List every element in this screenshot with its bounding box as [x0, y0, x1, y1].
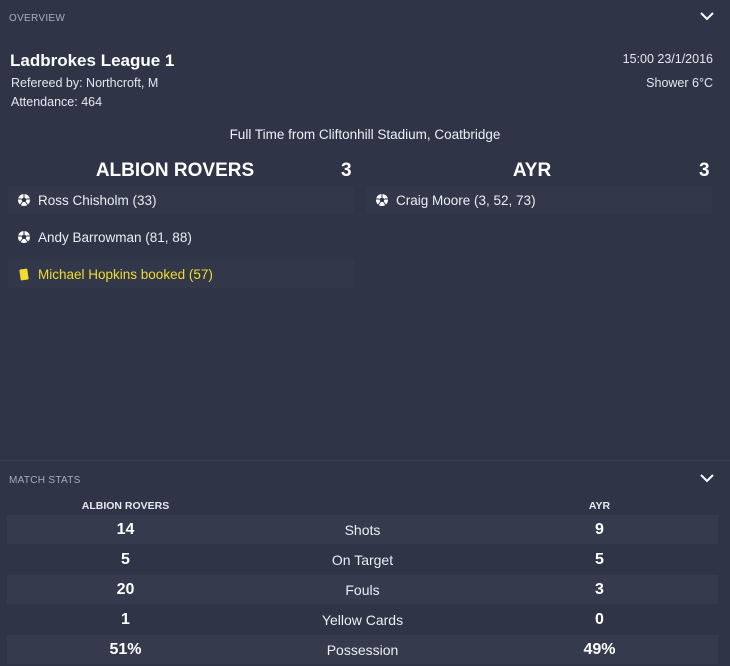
stat-row-on-target: 5 On Target 5 — [7, 545, 718, 574]
match-stats-section-label: MATCH STATS — [9, 475, 81, 486]
referee-text: Refereed by: Northcroft, M — [11, 76, 159, 90]
stats-away-team-label: AYR — [588, 500, 611, 512]
home-event-booking[interactable]: Michael Hopkins booked (57) — [8, 260, 354, 288]
yellow-card-icon — [16, 266, 32, 282]
event-text: Craig Moore (3, 52, 73) — [396, 192, 536, 208]
match-datetime: 15:00 23/1/2016 — [622, 52, 713, 66]
stat-row-fouls: 20 Fouls 3 — [7, 575, 718, 604]
stat-home-value: 51% — [109, 640, 142, 658]
stat-home-value: 14 — [116, 520, 135, 538]
stat-row-shots: 14 Shots 9 — [7, 515, 718, 544]
result-line: Full Time from Cliftonhill Stadium, Coat… — [229, 127, 501, 142]
home-team-name[interactable]: ALBION ROVERS — [10, 160, 340, 182]
stats-home-team-label: ALBION ROVERS — [81, 500, 170, 512]
stat-away-value: 0 — [595, 610, 604, 628]
stat-away-value: 3 — [595, 580, 604, 598]
stat-home-value: 20 — [116, 580, 135, 598]
football-icon — [374, 192, 390, 208]
competition-name: Ladbrokes League 1 — [10, 51, 175, 70]
away-event-goal[interactable]: Craig Moore (3, 52, 73) — [366, 186, 712, 214]
weather-text: Shower 6°C — [646, 76, 713, 90]
football-icon — [16, 229, 32, 245]
home-team-score: 3 — [341, 160, 352, 181]
stat-label: Fouls — [345, 581, 380, 598]
stat-away-value: 49% — [583, 640, 616, 658]
attendance-text: Attendance: 464 — [11, 95, 103, 109]
overview-panel: OVERVIEW Ladbrokes League 1 Refereed by:… — [0, 0, 730, 458]
away-team-name[interactable]: AYR — [367, 160, 697, 182]
event-text: Michael Hopkins booked (57) — [38, 266, 213, 282]
home-event-goal[interactable]: Andy Barrowman (81, 88) — [8, 223, 354, 251]
stat-label: On Target — [331, 551, 394, 568]
home-event-goal[interactable]: Ross Chisholm (33) — [8, 186, 354, 214]
stat-label: Yellow Cards — [321, 611, 404, 628]
event-text: Andy Barrowman (81, 88) — [38, 229, 192, 245]
overview-section-label: OVERVIEW — [9, 13, 66, 24]
football-icon — [16, 192, 32, 208]
match-stats-collapse-chevron-icon[interactable] — [700, 474, 716, 486]
stat-home-value: 5 — [121, 550, 130, 568]
stat-row-possession: 51% Possession 49% — [7, 635, 718, 664]
overview-collapse-chevron-icon[interactable] — [700, 12, 716, 24]
stat-label: Shots — [344, 521, 381, 538]
away-team-score: 3 — [699, 160, 710, 181]
stat-away-value: 5 — [595, 550, 604, 568]
event-text: Ross Chisholm (33) — [38, 192, 157, 208]
stat-away-value: 9 — [595, 520, 604, 538]
stat-row-yellow-cards: 1 Yellow Cards 0 — [7, 605, 718, 634]
stat-label: Possession — [326, 641, 399, 658]
stat-home-value: 1 — [121, 610, 130, 628]
